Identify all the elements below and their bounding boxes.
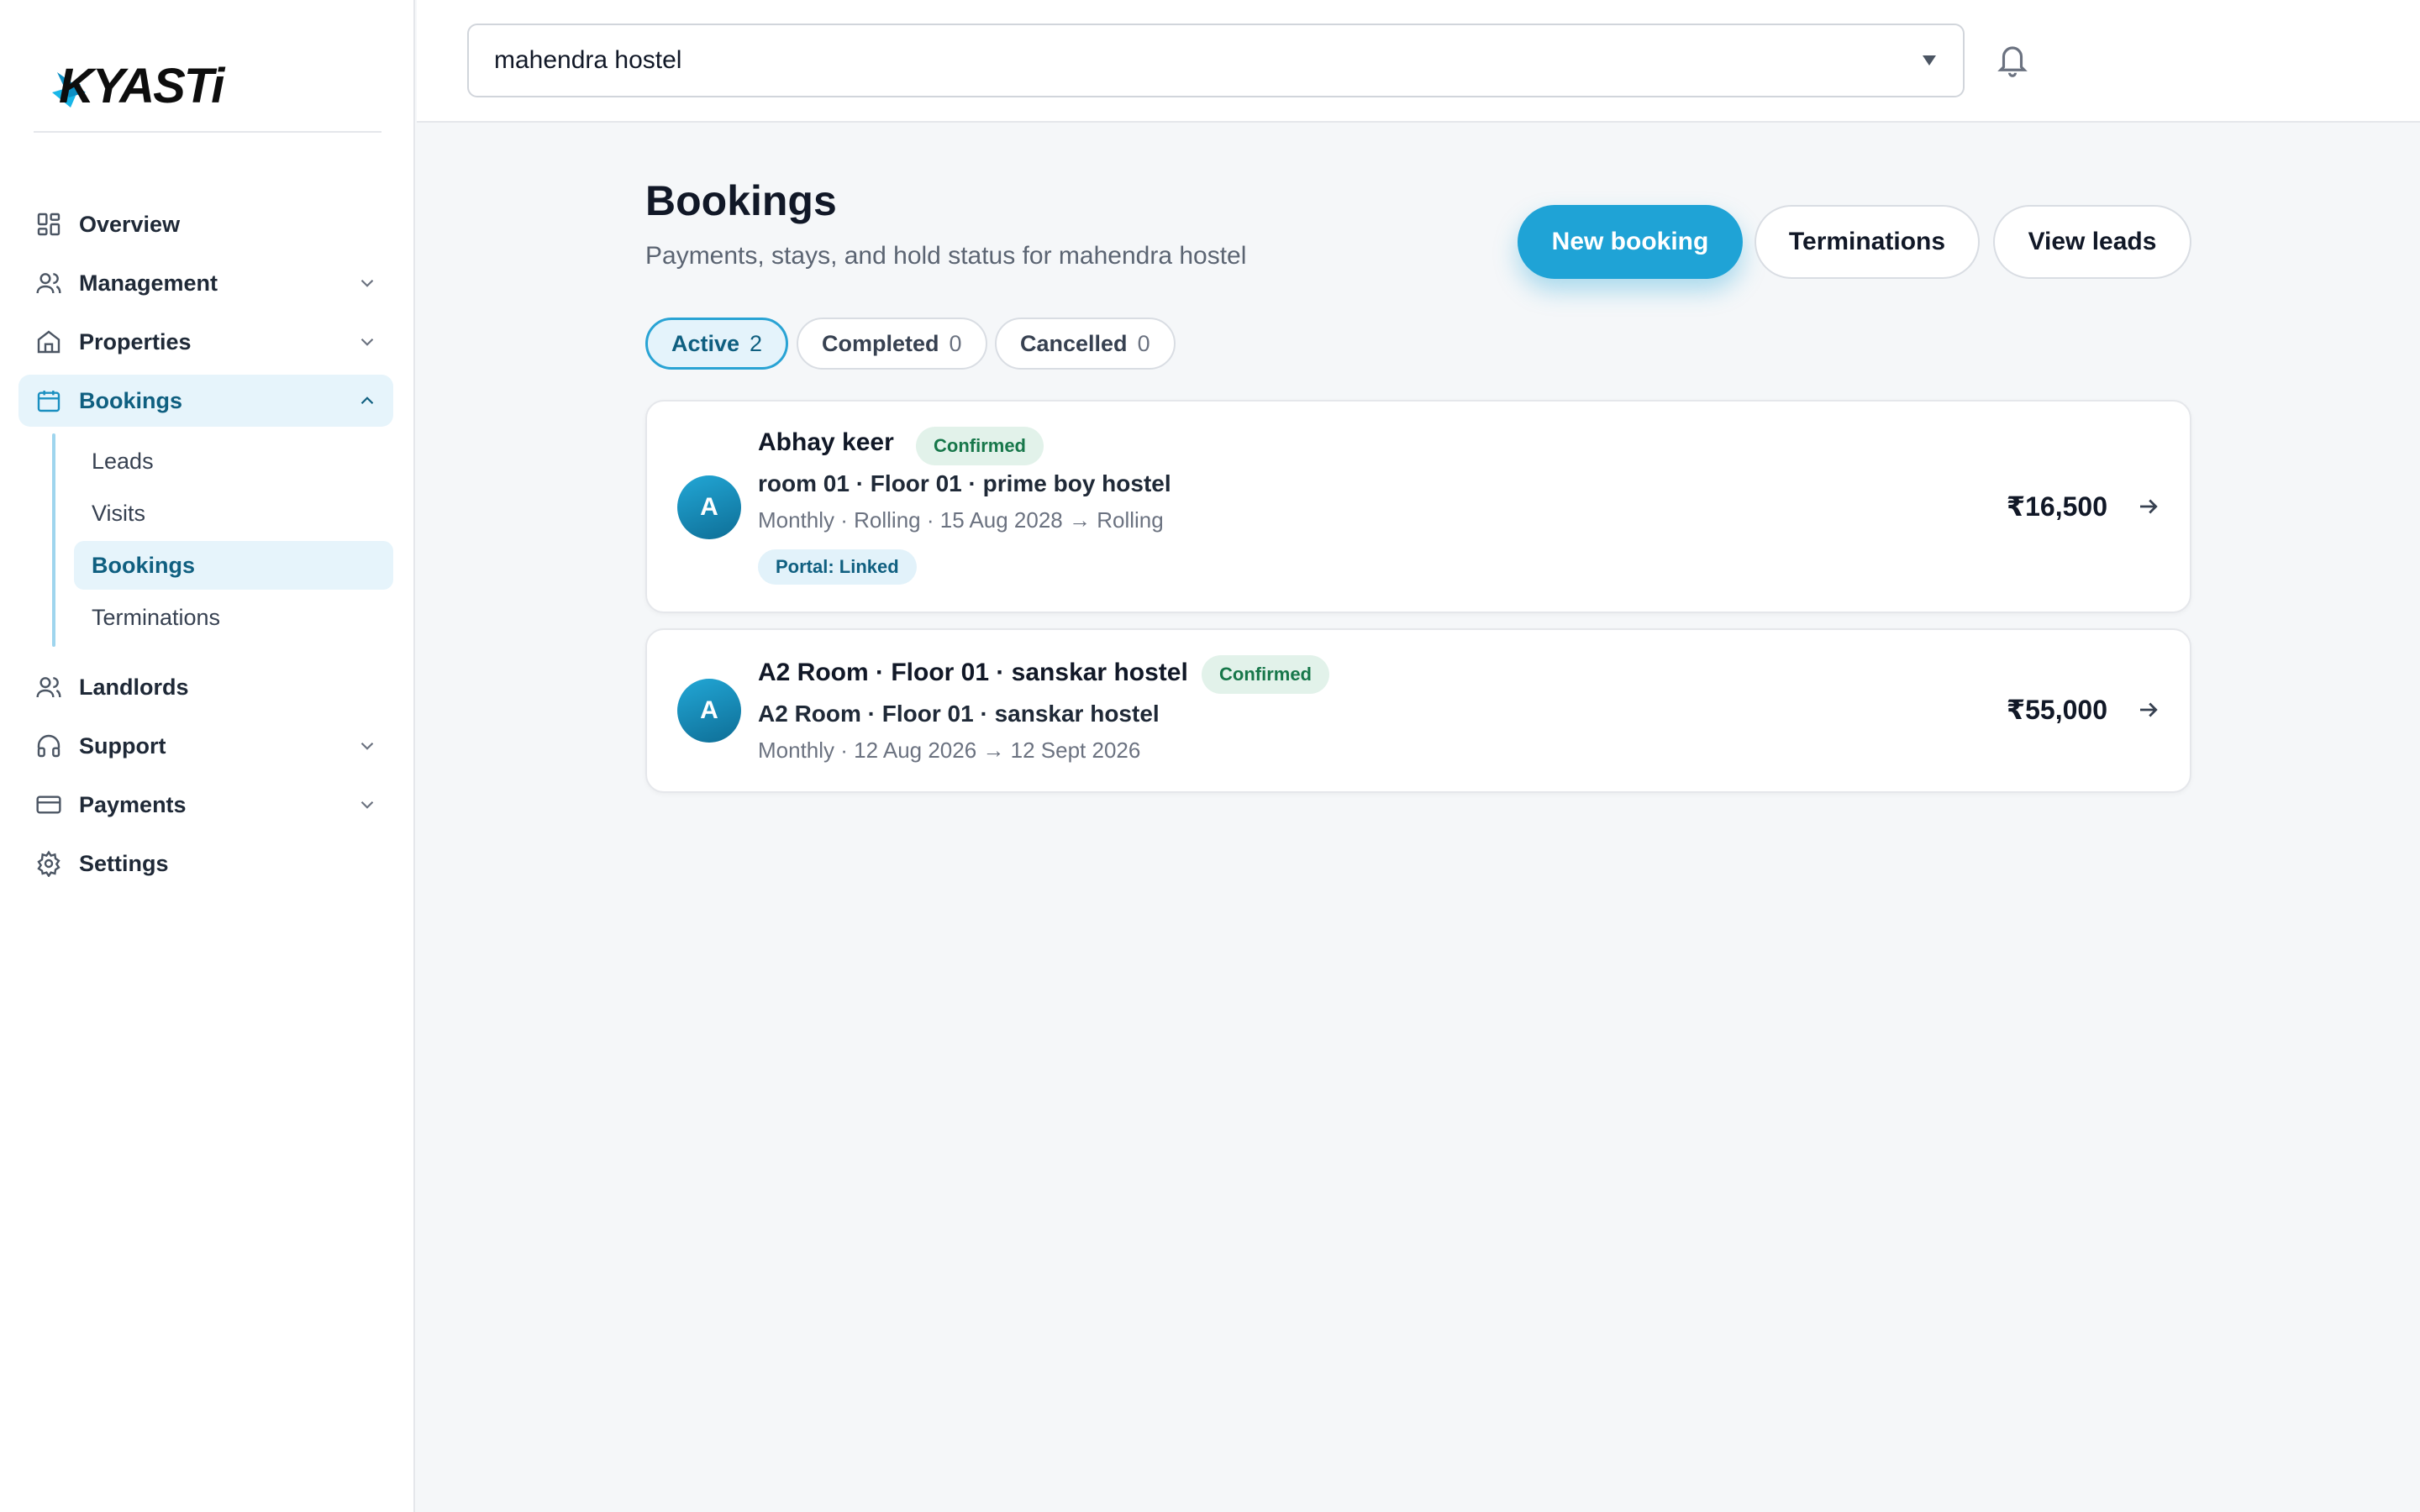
terminations-button[interactable]: Terminations — [1754, 205, 1980, 279]
users-icon — [34, 672, 64, 702]
booking-card[interactable]: A A2 Room · Floor 01 · sanskar hostel Co… — [645, 628, 2191, 793]
status-badge: Confirmed — [1202, 655, 1329, 694]
status-badge: Confirmed — [916, 427, 1044, 465]
booking-amount: ₹55,000 — [2006, 695, 2107, 725]
avatar: A — [677, 679, 741, 743]
arrow-right-icon[interactable] — [2136, 697, 2161, 722]
new-booking-button[interactable]: New booking — [1518, 205, 1743, 279]
grid-icon — [34, 209, 64, 239]
booking-guest-name: A2 Room · Floor 01 · sanskar hostel — [758, 659, 1188, 686]
booking-meta: Monthly · Rolling · 15 Aug 2028 → Rollin… — [758, 507, 1164, 533]
sidebar-item-settings[interactable]: Settings — [18, 837, 393, 890]
sidebar-subitem-label: Bookings — [92, 552, 196, 578]
headphones-icon — [34, 731, 64, 761]
home-icon — [34, 327, 64, 357]
tab-completed[interactable]: Completed 0 — [797, 318, 987, 370]
sidebar-subitem-label: Leads — [92, 448, 154, 474]
top-bar: mahendra hostel — [417, 0, 2420, 123]
chevron-down-icon — [360, 742, 374, 750]
booking-meta: Monthly · 12 Aug 2026 → 12 Sept 2026 — [758, 738, 1141, 763]
tab-count: 0 — [949, 330, 962, 356]
sidebar-item-bookings[interactable]: Bookings — [18, 375, 393, 427]
credit-card-icon — [34, 790, 64, 820]
gear-icon — [34, 848, 64, 879]
sidebar: KYASTi Overview Management Properties Bo… — [0, 0, 415, 1512]
sidebar-item-properties[interactable]: Properties — [18, 316, 393, 368]
avatar: A — [677, 475, 741, 539]
sidebar-item-payments[interactable]: Payments — [18, 779, 393, 831]
property-select-value: mahendra hostel — [494, 46, 682, 74]
caret-down-icon — [1923, 55, 1936, 66]
chevron-down-icon — [360, 801, 374, 809]
sidebar-item-overview[interactable]: Overview — [18, 198, 393, 250]
tab-active[interactable]: Active 2 — [645, 318, 789, 370]
sidebar-item-label: Payments — [79, 791, 187, 817]
sidebar-subitem-visits[interactable]: Visits — [74, 489, 393, 538]
sidebar-subitem-label: Terminations — [92, 604, 221, 630]
brand-logo[interactable]: KYASTi — [34, 34, 381, 133]
users-icon — [34, 268, 64, 298]
sidebar-subitem-label: Visits — [92, 500, 146, 526]
chevron-down-icon — [360, 338, 374, 346]
chevron-down-icon — [360, 279, 374, 287]
page-subtitle: Payments, stays, and hold status for mah… — [645, 242, 1247, 270]
sidebar-item-support[interactable]: Support — [18, 720, 393, 772]
sidebar-item-label: Properties — [79, 328, 192, 354]
sidebar-item-label: Management — [79, 270, 218, 296]
tab-count: 0 — [1137, 330, 1150, 356]
booking-room: room 01 · Floor 01 · prime boy hostel — [758, 470, 1171, 496]
sidebar-item-label: Overview — [79, 211, 181, 237]
svg-text:KYASTi: KYASTi — [59, 59, 226, 113]
bell-icon[interactable] — [1995, 40, 2030, 79]
tab-label: Active — [671, 330, 740, 356]
sidebar-item-label: Settings — [79, 850, 169, 876]
sidebar-subitem-bookings[interactable]: Bookings — [74, 541, 393, 590]
sidebar-item-label: Landlords — [79, 674, 189, 700]
logo-mark-icon: KYASTi — [52, 59, 228, 113]
sidebar-item-landlords[interactable]: Landlords — [18, 661, 393, 713]
sidebar-item-management[interactable]: Management — [18, 257, 393, 309]
sidebar-subitem-leads[interactable]: Leads — [74, 437, 393, 486]
booking-guest-name: Abhay keer — [758, 428, 894, 456]
booking-card[interactable]: A Abhay keer Confirmed room 01 · Floor 0… — [645, 400, 2191, 613]
tab-cancelled[interactable]: Cancelled 0 — [995, 318, 1176, 370]
property-select[interactable]: mahendra hostel — [467, 24, 1965, 97]
sidebar-subitem-terminations[interactable]: Terminations — [74, 593, 393, 642]
tab-label: Completed — [822, 330, 939, 356]
sidebar-item-label: Support — [79, 732, 166, 759]
arrow-right-icon[interactable] — [2136, 494, 2161, 519]
tab-count: 2 — [750, 330, 763, 356]
chevron-up-icon — [360, 396, 374, 405]
submenu-rail — [52, 433, 55, 647]
page-title: Bookings — [645, 177, 837, 224]
calendar-icon — [34, 386, 64, 416]
sidebar-item-label: Bookings — [79, 387, 183, 413]
portal-badge: Portal: Linked — [758, 549, 917, 585]
booking-room: A2 Room · Floor 01 · sanskar hostel — [758, 701, 1160, 727]
tab-label: Cancelled — [1020, 330, 1128, 356]
view-leads-button[interactable]: View leads — [1993, 205, 2191, 279]
booking-amount: ₹16,500 — [2006, 491, 2107, 522]
